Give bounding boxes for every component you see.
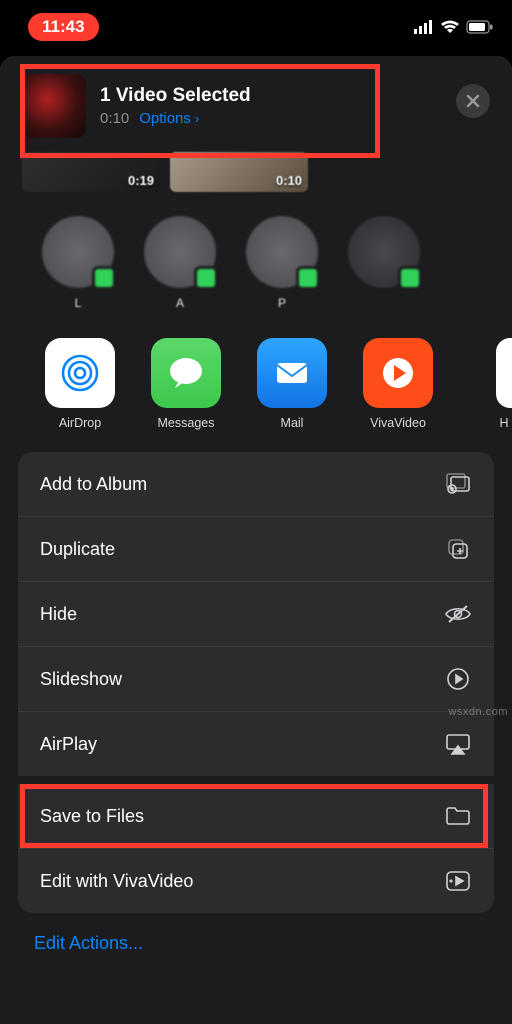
video-thumbnail[interactable]: 0:19 xyxy=(22,152,160,192)
messages-badge-icon xyxy=(92,266,116,290)
wifi-icon xyxy=(440,20,460,34)
status-bar: 11:43 xyxy=(0,0,512,54)
contact-item[interactable]: L xyxy=(38,216,118,310)
contact-name: L xyxy=(75,296,82,310)
partial-app-icon xyxy=(496,338,512,408)
duplicate-icon xyxy=(444,535,472,563)
cellular-icon xyxy=(414,20,434,34)
header-text: 1 Video Selected 0:10 Options › xyxy=(100,85,251,127)
airplay-icon xyxy=(444,730,472,758)
app-label: Mail xyxy=(281,416,304,430)
video-duration: 0:10 xyxy=(100,110,129,127)
selected-video-thumbnail[interactable] xyxy=(22,74,86,138)
share-header: 1 Video Selected 0:10 Options › xyxy=(0,56,512,152)
duplicate-row[interactable]: Duplicate xyxy=(18,516,494,581)
messages-app[interactable]: Messages xyxy=(146,338,226,430)
action-label: Save to Files xyxy=(40,806,144,827)
messages-badge-icon xyxy=(296,266,320,290)
hide-row[interactable]: Hide xyxy=(18,581,494,646)
apps-row: AirDrop Messages Mail VivaVideo xyxy=(0,328,512,438)
status-icons xyxy=(414,20,494,34)
actions-list: Add to Album Duplicate Hide Slideshow Ai… xyxy=(18,452,494,913)
airdrop-icon xyxy=(45,338,115,408)
vivavideo-app[interactable]: VivaVideo xyxy=(358,338,438,430)
contacts-row: L A P xyxy=(0,202,512,328)
thumb-duration: 0:19 xyxy=(128,173,154,188)
action-label: AirPlay xyxy=(40,734,97,755)
messages-badge-icon xyxy=(194,266,218,290)
chevron-right-icon: › xyxy=(195,111,199,126)
messages-icon xyxy=(151,338,221,408)
options-link[interactable]: Options › xyxy=(139,110,199,127)
action-label: Edit with VivaVideo xyxy=(40,871,193,892)
app-label: H xyxy=(499,416,508,430)
avatar xyxy=(144,216,216,288)
airplay-row[interactable]: AirPlay xyxy=(18,711,494,776)
action-label: Hide xyxy=(40,604,77,625)
thumbnail-row: 0:19 0:10 xyxy=(0,152,512,202)
action-label: Slideshow xyxy=(40,669,122,690)
messages-badge-icon xyxy=(398,266,422,290)
slideshow-row[interactable]: Slideshow xyxy=(18,646,494,711)
battery-icon xyxy=(466,20,494,34)
airdrop-app[interactable]: AirDrop xyxy=(40,338,120,430)
contact-item[interactable]: A xyxy=(140,216,220,310)
close-button[interactable] xyxy=(456,84,490,118)
mail-icon xyxy=(257,338,327,408)
time-recording-pill[interactable]: 11:43 xyxy=(28,13,99,41)
vivavideo-edit-icon xyxy=(444,867,472,895)
share-sheet: 1 Video Selected 0:10 Options › 0:19 0:1… xyxy=(0,56,512,1024)
options-label: Options xyxy=(139,110,191,127)
contact-name: P xyxy=(278,296,286,310)
save-to-files-row[interactable]: Save to Files xyxy=(18,784,494,848)
avatar xyxy=(246,216,318,288)
play-circle-icon xyxy=(444,665,472,693)
action-label: Duplicate xyxy=(40,539,115,560)
partial-app[interactable]: H xyxy=(464,338,512,430)
phone-screen: 11:43 1 Video Selected 0:10 Options › xyxy=(0,0,512,1024)
avatar xyxy=(42,216,114,288)
avatar xyxy=(348,216,420,288)
contact-name: A xyxy=(176,296,184,310)
app-label: VivaVideo xyxy=(370,416,426,430)
header-title: 1 Video Selected xyxy=(100,85,251,107)
edit-with-vivavideo-row[interactable]: Edit with VivaVideo xyxy=(18,848,494,913)
close-icon xyxy=(465,93,481,109)
folder-icon xyxy=(444,802,472,830)
mail-app[interactable]: Mail xyxy=(252,338,332,430)
action-separator xyxy=(18,776,494,784)
vivavideo-icon xyxy=(363,338,433,408)
watermark: wsxdn.com xyxy=(448,706,508,718)
app-label: AirDrop xyxy=(59,416,101,430)
action-label: Add to Album xyxy=(40,474,147,495)
edit-actions-link[interactable]: Edit Actions... xyxy=(0,913,512,974)
video-thumbnail[interactable]: 0:10 xyxy=(170,152,308,192)
app-label: Messages xyxy=(158,416,215,430)
thumb-duration: 0:10 xyxy=(276,173,302,188)
contact-item[interactable]: P xyxy=(242,216,322,310)
album-add-icon xyxy=(444,470,472,498)
eye-slash-icon xyxy=(444,600,472,628)
add-to-album-row[interactable]: Add to Album xyxy=(18,452,494,516)
contact-item[interactable] xyxy=(344,216,424,310)
